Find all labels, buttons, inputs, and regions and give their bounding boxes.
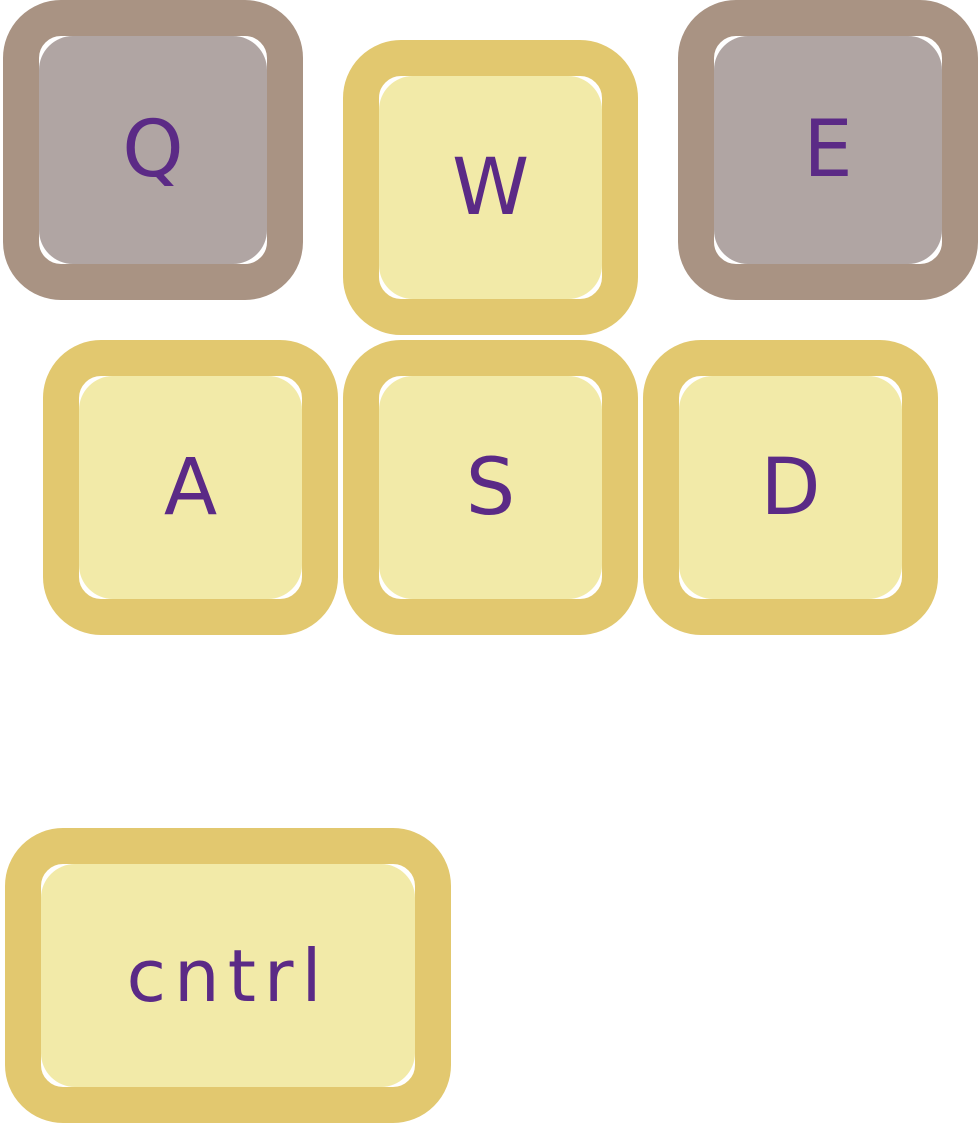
key-ctrl[interactable]: cntrl <box>5 828 451 1123</box>
key-w-label: W <box>451 142 530 233</box>
key-e[interactable]: E <box>678 0 978 300</box>
key-a[interactable]: A <box>43 340 338 635</box>
key-d[interactable]: D <box>643 340 938 635</box>
key-e-label: E <box>803 105 853 195</box>
key-ctrl-label: cntrl <box>126 933 330 1018</box>
key-q[interactable]: Q <box>3 0 303 300</box>
key-q-label: Q <box>122 105 184 195</box>
key-a-label: A <box>163 442 218 533</box>
key-s-label: S <box>465 442 516 533</box>
key-w[interactable]: W <box>343 40 638 335</box>
key-s[interactable]: S <box>343 340 638 635</box>
key-d-label: D <box>760 442 821 533</box>
